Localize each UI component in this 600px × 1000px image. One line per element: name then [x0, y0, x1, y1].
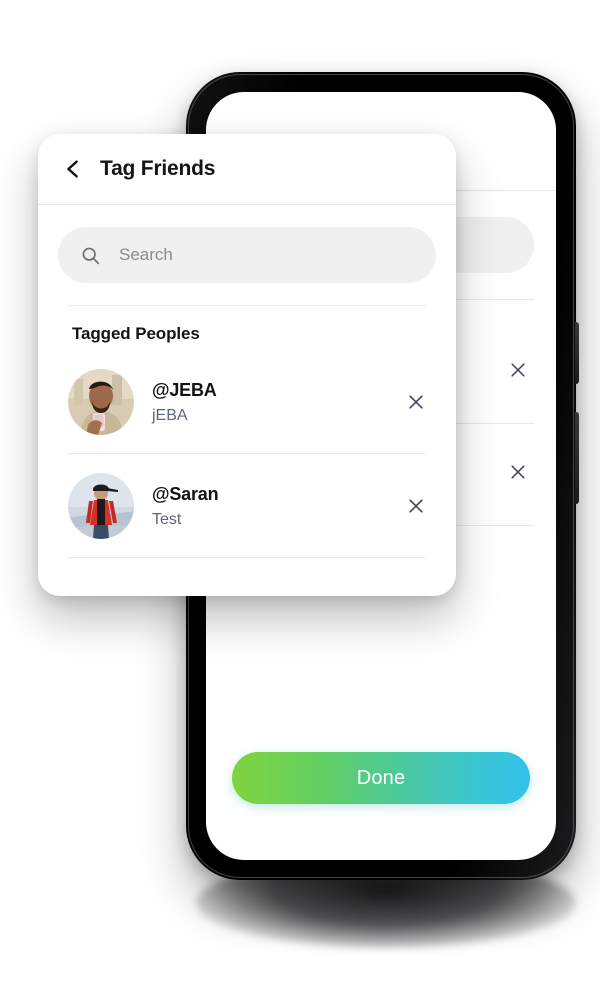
tagged-people-list: @JEBA jEBA @Saran Test: [38, 350, 456, 558]
close-icon[interactable]: [406, 496, 426, 516]
avatar-photo-man-red-jacket: [68, 473, 134, 539]
search-field[interactable]: [58, 227, 436, 283]
done-button[interactable]: Done: [232, 752, 530, 804]
person-info: @Saran Test: [152, 484, 406, 529]
avatar-photo-man-with-phone: [68, 369, 134, 435]
search-input[interactable]: [119, 245, 414, 265]
person-subtitle: jEBA: [152, 406, 188, 424]
list-item[interactable]: @Saran Test: [38, 454, 456, 558]
tag-friends-modal: Tag Friends Tagged Peoples: [38, 134, 456, 596]
chevron-left-icon[interactable]: [62, 156, 84, 182]
modal-header: Tag Friends: [38, 134, 456, 204]
phone-power-button[interactable]: [575, 412, 579, 504]
screenshot-stage: Done Tag Friends Tagged Peoples: [0, 0, 600, 1000]
search-section-divider: [68, 305, 426, 306]
list-item[interactable]: @JEBA jEBA: [38, 350, 456, 454]
close-icon[interactable]: [508, 360, 528, 380]
close-icon[interactable]: [508, 462, 528, 482]
person-handle: @Saran: [152, 483, 219, 504]
section-title: Tagged Peoples: [72, 324, 200, 343]
avatar: [68, 369, 134, 435]
phone-volume-button[interactable]: [575, 322, 579, 384]
list-item-divider: [68, 557, 426, 558]
search-icon: [82, 247, 100, 264]
close-icon[interactable]: [406, 392, 426, 412]
modal-header-divider: [38, 204, 456, 205]
page-title: Tag Friends: [100, 157, 216, 180]
person-info: @JEBA jEBA: [152, 380, 406, 425]
avatar: [68, 473, 134, 539]
person-subtitle: Test: [152, 510, 182, 528]
person-handle: @JEBA: [152, 379, 217, 400]
